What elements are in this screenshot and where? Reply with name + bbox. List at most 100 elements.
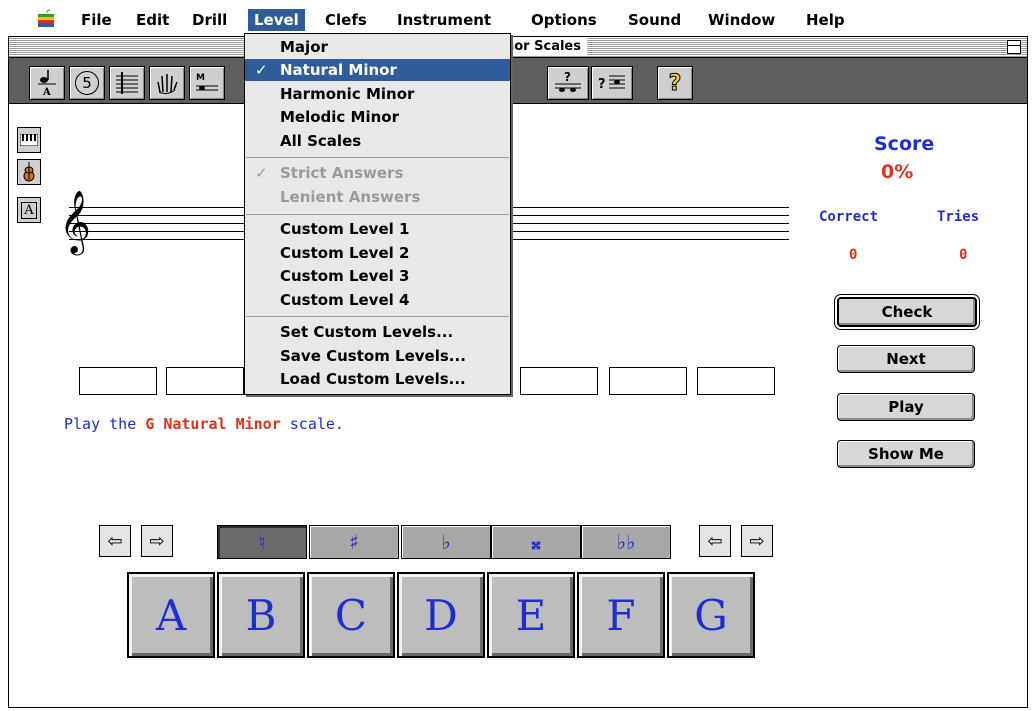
tries-label: Tries <box>937 209 980 225</box>
main-window: nor Scales A 5 M ? ? ? A 𝄞 Play the G Na… <box>8 36 1028 708</box>
apple-menu-icon[interactable] <box>36 8 56 28</box>
menu-item-major[interactable]: Major <box>245 36 510 58</box>
score-value: 0% <box>881 161 914 183</box>
show-me-button[interactable]: Show Me <box>837 440 975 468</box>
letter-a-label: A <box>21 201 37 219</box>
check-button[interactable]: Check <box>837 297 977 327</box>
menu-help[interactable]: Help <box>800 9 851 31</box>
menu-item-label: Strict Answers <box>280 164 404 182</box>
next-button[interactable]: Next <box>837 345 975 373</box>
window-title-bar[interactable]: nor Scales <box>9 37 1027 58</box>
answer-box-7 <box>609 367 687 395</box>
five-circle-icon[interactable]: 5 <box>69 66 105 100</box>
menu-file[interactable]: File <box>75 9 118 31</box>
menu-options[interactable]: Options <box>525 9 603 31</box>
menu-separator <box>246 316 509 317</box>
menu-level[interactable]: Level <box>248 9 305 31</box>
scale-icon[interactable]: M <box>189 66 225 100</box>
menu-item-harmonic-minor[interactable]: Harmonic Minor <box>245 83 510 105</box>
answer-box-1 <box>79 367 157 395</box>
letter-f-button[interactable]: F <box>577 572 665 658</box>
menu-item-custom-level-3[interactable]: Custom Level 3 <box>245 265 510 287</box>
keyboard-icon[interactable] <box>17 127 41 153</box>
letter-g-button[interactable]: G <box>667 572 755 658</box>
svg-text:M: M <box>196 73 205 83</box>
help-icon[interactable]: ? <box>657 66 693 100</box>
treble-clef-icon: 𝄞 <box>59 190 91 253</box>
menu-item-all-scales[interactable]: All Scales <box>245 130 510 152</box>
menu-item-save-custom-levels[interactable]: Save Custom Levels... <box>245 345 510 367</box>
menu-item-custom-level-1[interactable]: Custom Level 1 <box>245 218 510 240</box>
help-question-mark: ? <box>668 70 682 96</box>
note-a-glyph: A <box>38 70 56 97</box>
letter-d-button[interactable]: D <box>397 572 485 658</box>
staff-clef-glyph <box>116 72 138 94</box>
question-staff-mark: ? <box>598 77 606 92</box>
score-label: Score <box>874 133 935 155</box>
menu-bar: File Edit Drill Level Clefs Instrument O… <box>0 0 1036 33</box>
interval-question-glyph: ? <box>555 70 581 92</box>
five-label: 5 <box>75 71 99 95</box>
menu-sound[interactable]: Sound <box>622 9 687 31</box>
flat-button[interactable]: ♭ <box>401 525 491 559</box>
question-staff-icon[interactable]: ? <box>591 66 633 100</box>
menu-drill[interactable]: Drill <box>186 9 233 31</box>
checkmark-icon: ✓ <box>255 61 268 79</box>
menu-item-melodic-minor[interactable]: Melodic Minor <box>245 106 510 128</box>
keyboard-glyph <box>20 134 38 146</box>
menu-item-load-custom-levels[interactable]: Load Custom Levels... <box>245 368 510 390</box>
prompt-scale-name: G Natural Minor <box>145 415 281 433</box>
menu-item-lenient-answers: Lenient Answers <box>280 188 421 206</box>
answer-box-6 <box>520 367 598 395</box>
scale-glyph: M <box>196 73 218 91</box>
note-a-icon[interactable]: A <box>29 66 65 100</box>
answer-box-2 <box>166 367 244 395</box>
letter-a-button[interactable]: A <box>127 572 215 658</box>
menu-item-set-custom-levels[interactable]: Set Custom Levels... <box>245 321 510 343</box>
interval-question-mark: ? <box>564 70 571 84</box>
tries-count: 0 <box>959 247 968 263</box>
violin-icon[interactable] <box>17 159 41 185</box>
window-collapse-icon[interactable] <box>1007 40 1021 54</box>
double-flat-button[interactable]: ♭♭ <box>581 525 671 559</box>
menu-item-natural-minor[interactable]: ✓ Natural Minor <box>245 59 510 81</box>
natural-button[interactable]: ♮ <box>217 525 307 559</box>
prompt-prefix: Play the <box>64 415 146 433</box>
interval-question-icon[interactable]: ? <box>547 66 589 100</box>
left-arrow-icon[interactable]: ⇦ <box>699 525 731 557</box>
letter-e-button[interactable]: E <box>487 572 575 658</box>
toolbar: A 5 M ? ? ? <box>9 58 1027 104</box>
answer-box-8 <box>697 367 775 395</box>
letter-c-button[interactable]: C <box>307 572 395 658</box>
letter-a-icon[interactable]: A <box>17 197 41 223</box>
letter-b-button[interactable]: B <box>217 572 305 658</box>
right-arrow-icon[interactable]: ⇨ <box>141 525 173 557</box>
menu-separator <box>246 214 509 215</box>
menu-window[interactable]: Window <box>702 9 781 31</box>
window-title: nor Scales <box>499 38 587 56</box>
menu-item-custom-level-2[interactable]: Custom Level 2 <box>245 242 510 264</box>
note-a-letter: A <box>42 87 51 97</box>
play-button[interactable]: Play <box>837 393 975 421</box>
menu-instrument[interactable]: Instrument <box>391 9 497 31</box>
menu-edit[interactable]: Edit <box>130 9 175 31</box>
correct-count: 0 <box>849 247 858 263</box>
menu-clefs[interactable]: Clefs <box>319 9 373 31</box>
menu-item-custom-level-4[interactable]: Custom Level 4 <box>245 289 510 311</box>
level-menu: Major ✓ Natural Minor Harmonic Minor Mel… <box>244 33 511 395</box>
left-arrow-icon[interactable]: ⇦ <box>99 525 131 557</box>
right-arrow-icon[interactable]: ⇨ <box>741 525 773 557</box>
staff-clef-icon[interactable] <box>109 66 145 100</box>
hand-glyph <box>157 74 178 95</box>
double-sharp-button[interactable]: 𝄪 <box>491 525 581 559</box>
correct-label: Correct <box>819 209 879 225</box>
sharp-button[interactable]: ♯ <box>309 525 399 559</box>
checkmark-icon: ✓ <box>255 164 268 182</box>
violin-glyph <box>23 162 35 182</box>
prompt-text: Play the G Natural Minor scale. <box>64 415 344 433</box>
hand-icon[interactable] <box>149 66 185 100</box>
menu-item-label: Natural Minor <box>280 61 397 79</box>
prompt-suffix: scale. <box>280 415 344 433</box>
menu-separator <box>246 157 509 158</box>
menu-item-strict-answers: ✓ Strict Answers <box>245 162 510 184</box>
